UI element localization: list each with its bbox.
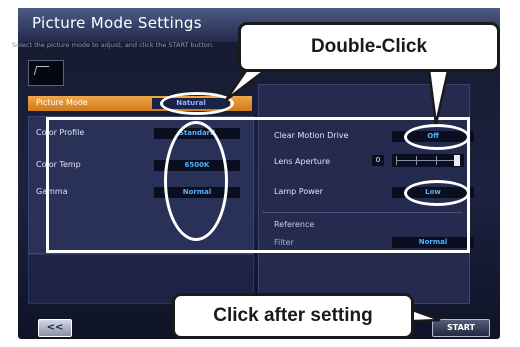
annotation-overlay: Double-Click Click after setting bbox=[0, 0, 520, 347]
double-click-callout: Double-Click bbox=[238, 22, 500, 72]
click-after-setting-callout: Click after setting bbox=[172, 293, 414, 339]
